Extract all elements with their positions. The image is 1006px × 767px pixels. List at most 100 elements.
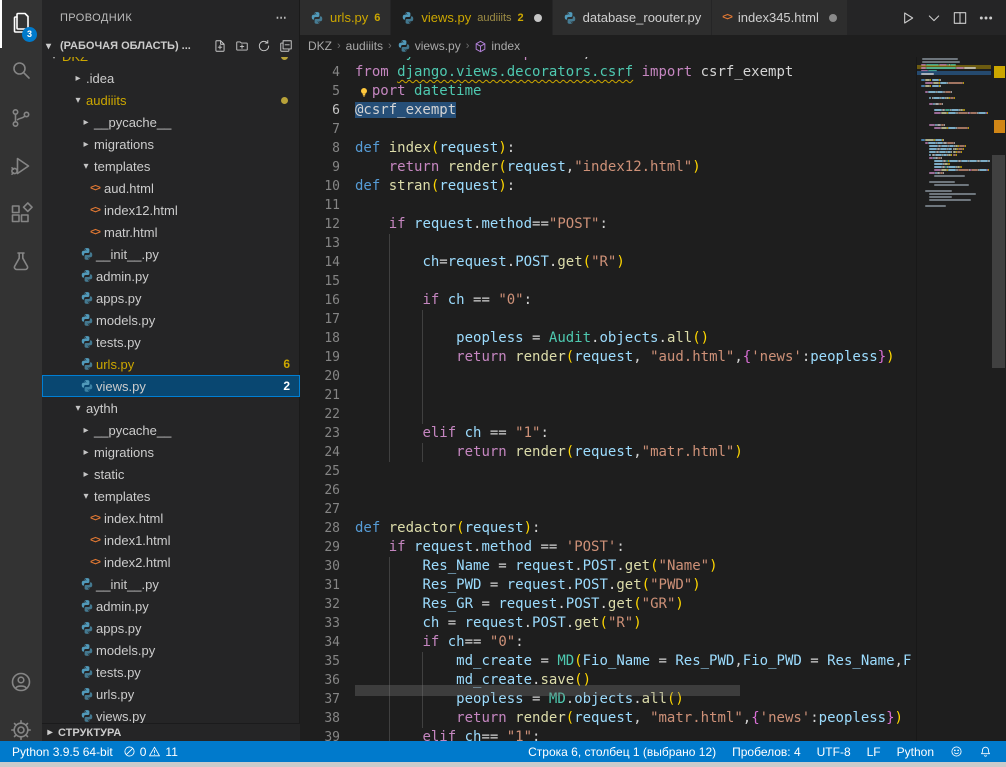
tree-folder--pycache-[interactable]: ▸__pycache__: [42, 419, 300, 441]
code-line-26[interactable]: 26: [300, 481, 916, 500]
tab-index345-html[interactable]: <>index345.html: [712, 0, 848, 35]
tree-file-models-py[interactable]: models.py: [42, 639, 300, 661]
code-line-20[interactable]: 20: [300, 367, 916, 386]
code-line-28[interactable]: 28def redactor(request):: [300, 519, 916, 538]
code-line-13[interactable]: 13: [300, 234, 916, 253]
code-line-33[interactable]: 33 ch = request.POST.get("R"): [300, 614, 916, 633]
status-warnings-count[interactable]: 11: [148, 741, 185, 762]
tree-file-urls-py[interactable]: urls.py: [42, 683, 300, 705]
code-line-29[interactable]: 29 if request.method == 'POST':: [300, 538, 916, 557]
code-line-14[interactable]: 14 ch=request.POST.get("R"): [300, 253, 916, 272]
tree-file--init-py[interactable]: __init__.py: [42, 573, 300, 595]
code-line-10[interactable]: 10def stran(request):: [300, 177, 916, 196]
code-line-11[interactable]: 11: [300, 196, 916, 215]
tree-file-index1-html[interactable]: <>index1.html: [42, 529, 300, 551]
status-python-interpreter[interactable]: Python 3.9.5 64-bit: [4, 741, 121, 762]
status-feedback[interactable]: [942, 741, 971, 762]
tree-file-index-html[interactable]: <>index.html: [42, 507, 300, 529]
tree-folder-migrations[interactable]: ▸migrations: [42, 441, 300, 463]
code-line-35[interactable]: 35 md_create = MD(Fio_Name = Res_PWD,Fio…: [300, 652, 916, 671]
tree-file-tests-py[interactable]: tests.py: [42, 331, 300, 353]
activity-explorer-icon[interactable]: 3: [0, 0, 42, 48]
code-line-4[interactable]: 4from django.views.decorators.csrf impor…: [300, 63, 916, 82]
tree-file-apps-py[interactable]: apps.py: [42, 617, 300, 639]
code-line-30[interactable]: 30 Res_Name = request.POST.get("Name"): [300, 557, 916, 576]
tree-folder-aythh[interactable]: ▾aythh: [42, 397, 300, 419]
sidebar-more-icon[interactable]: ⋯: [276, 11, 287, 24]
status-errors-count[interactable]: 0: [121, 741, 149, 762]
unsaved-dot-icon[interactable]: [534, 14, 542, 22]
code-line-17[interactable]: 17: [300, 310, 916, 329]
tab-urls-py[interactable]: urls.py6: [300, 0, 391, 35]
activity-search-icon[interactable]: [0, 48, 42, 96]
code-line-32[interactable]: 32 Res_GR = request.POST.get("GR"): [300, 595, 916, 614]
code-line-23[interactable]: 23 elif ch == "1":: [300, 424, 916, 443]
breadcrumb-dkz[interactable]: DKZ: [308, 39, 332, 53]
code-line-27[interactable]: 27: [300, 500, 916, 519]
tree-file-admin-py[interactable]: admin.py: [42, 595, 300, 617]
new-folder-icon[interactable]: [235, 39, 249, 53]
outline-section-header[interactable]: ▸ СТРУКТУРА: [42, 723, 300, 741]
code-line-12[interactable]: 12 if request.method=="POST":: [300, 215, 916, 234]
breadcrumb-views-py[interactable]: views.py: [397, 39, 461, 53]
tree-folder-templates[interactable]: ▾templates: [42, 485, 300, 507]
tree-file-index12-html[interactable]: <>index12.html: [42, 199, 300, 221]
new-file-icon[interactable]: [213, 39, 227, 53]
tree-file-models-py[interactable]: models.py: [42, 309, 300, 331]
code-line-38[interactable]: 38 return render(request, "matr.html",{'…: [300, 709, 916, 728]
unsaved-dot-icon[interactable]: [829, 14, 837, 22]
code-line-8[interactable]: 8def index(request):: [300, 139, 916, 158]
activity-account-icon[interactable]: [0, 660, 42, 708]
code-line-7[interactable]: 7: [300, 120, 916, 139]
breadcrumb-audiiits[interactable]: audiiits: [346, 39, 383, 53]
breadcrumb-index[interactable]: index: [474, 39, 520, 53]
tree-file-matr-html[interactable]: <>matr.html: [42, 221, 300, 243]
split-editor-icon[interactable]: [952, 10, 968, 26]
status-notifications[interactable]: [971, 741, 1000, 762]
tree-folder--pycache-[interactable]: ▸__pycache__: [42, 111, 300, 133]
status-indentation[interactable]: Пробелов: 4: [724, 741, 809, 762]
code-line-24[interactable]: 24 return render(request,"matr.html"): [300, 443, 916, 462]
tree-folder-templates[interactable]: ▾templates: [42, 155, 300, 177]
status-eol[interactable]: LF: [859, 741, 889, 762]
code-line-21[interactable]: 21: [300, 386, 916, 405]
tree-file-admin-py[interactable]: admin.py: [42, 265, 300, 287]
code-line-34[interactable]: 34 if ch== "0":: [300, 633, 916, 652]
run-dropdown-icon[interactable]: [926, 10, 942, 26]
tree-file-views-py[interactable]: views.py: [42, 705, 300, 723]
tree-file-urls-py[interactable]: urls.py6: [42, 353, 300, 375]
code-line-22[interactable]: 22: [300, 405, 916, 424]
code-line-16[interactable]: 16 if ch == "0":: [300, 291, 916, 310]
tree-file-index2-html[interactable]: <>index2.html: [42, 551, 300, 573]
code-line-25[interactable]: 25: [300, 462, 916, 481]
tree-folder-static[interactable]: ▸static: [42, 463, 300, 485]
tree-file--init-py[interactable]: __init__.py: [42, 243, 300, 265]
tree-folder-dkz[interactable]: ▾DKZ: [42, 57, 300, 67]
refresh-icon[interactable]: [257, 39, 271, 53]
run-button-icon[interactable]: [900, 10, 916, 26]
status-cursor-position[interactable]: Строка 6, столбец 1 (выбрано 12): [520, 741, 724, 762]
code-line-18[interactable]: 18 peopless = Audit.objects.all(): [300, 329, 916, 348]
status-language-mode[interactable]: Python: [889, 741, 942, 762]
activity-extensions-icon[interactable]: [0, 192, 42, 240]
code-line-15[interactable]: 15: [300, 272, 916, 291]
code-line-6[interactable]: 6@csrf_exempt: [300, 101, 916, 120]
code-line-19[interactable]: 19 return render(request, "aud.html",{'n…: [300, 348, 916, 367]
activity-run-debug-icon[interactable]: [0, 144, 42, 192]
activity-source-control-icon[interactable]: [0, 96, 42, 144]
code-line-9[interactable]: 9 return render(request,"index12.html"): [300, 158, 916, 177]
tree-folder-audiiits[interactable]: ▾audiiits: [42, 89, 300, 111]
status-encoding[interactable]: UTF-8: [809, 741, 859, 762]
minimap[interactable]: [916, 57, 991, 741]
tree-file-views-py[interactable]: views.py2: [42, 375, 300, 397]
code-line-39[interactable]: 39 elif ch== "1":: [300, 728, 916, 741]
code-editor[interactable]: 3from aythh.models import MD,Audit4from …: [300, 57, 916, 741]
lightbulb-icon[interactable]: [355, 84, 372, 100]
tab-database-roouter-py[interactable]: database_roouter.py: [553, 0, 713, 35]
tree-folder--idea[interactable]: ▸.idea: [42, 67, 300, 89]
tree-folder-migrations[interactable]: ▸migrations: [42, 133, 300, 155]
tree-file-tests-py[interactable]: tests.py: [42, 661, 300, 683]
activity-testing-icon[interactable]: [0, 240, 42, 288]
code-line-31[interactable]: 31 Res_PWD = request.POST.get("PWD"): [300, 576, 916, 595]
horizontal-scrollbar[interactable]: [355, 685, 740, 696]
